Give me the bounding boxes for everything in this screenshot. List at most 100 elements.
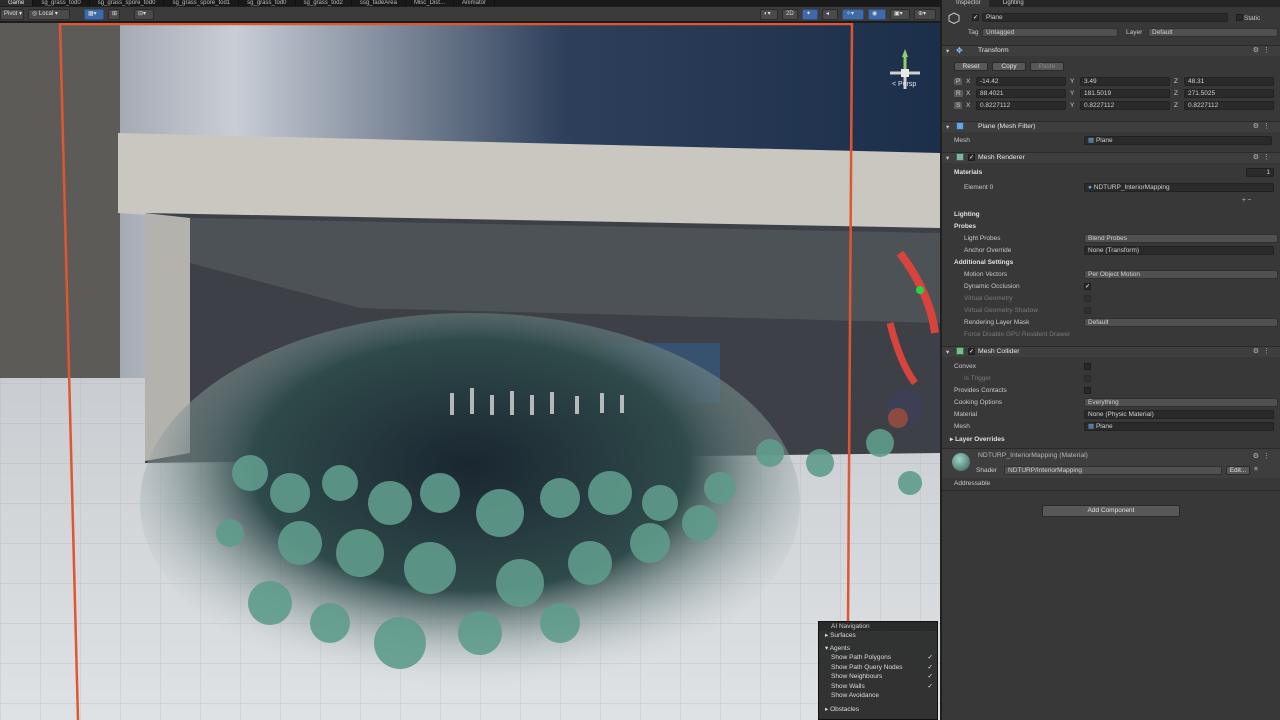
position-z-field[interactable]: 48.31 <box>1184 77 1274 86</box>
z-axis-label[interactable]: Z <box>1174 78 1178 85</box>
tab-7[interactable]: Misc_Dist... <box>406 0 454 6</box>
lighting-toggle-button[interactable]: ✦ <box>802 9 818 20</box>
rotation-label[interactable]: R <box>954 90 963 97</box>
y-axis-label[interactable]: Y <box>1070 90 1074 97</box>
ai-nav-option[interactable]: Show Neighbours ✓ <box>819 672 937 682</box>
checkmark-icon[interactable]: ✓ <box>928 663 933 673</box>
add-component-button[interactable]: Add Component <box>1042 505 1180 517</box>
foldout-arrow-icon[interactable]: ▾ <box>946 154 949 162</box>
tab-lighting[interactable]: Lighting <box>989 0 1032 7</box>
scale-label[interactable]: S <box>954 102 963 109</box>
agents-foldout[interactable]: ▾ Agents <box>819 644 937 653</box>
component-menu-icons[interactable]: ⚙⋮ <box>1253 46 1274 54</box>
shader-dropdown[interactable]: NDTURP/InteriorMapping <box>1004 466 1222 475</box>
tab-6[interactable]: ssg_fadeArea <box>352 0 406 6</box>
checkmark-icon[interactable]: ✓ <box>928 672 933 682</box>
virtual-geometry-shadow-checkbox[interactable] <box>1084 307 1091 314</box>
light-probes-dropdown[interactable]: Blend Probes <box>1084 234 1278 243</box>
foldout-arrow-icon[interactable]: ▾ <box>946 348 949 356</box>
scale-y-field[interactable]: 0.8227112 <box>1080 101 1170 110</box>
rotation-z-field[interactable]: 271.5025 <box>1184 89 1274 98</box>
dynamic-occlusion-checkbox[interactable]: ✓ <box>1084 283 1091 290</box>
x-axis-label[interactable]: X <box>966 102 970 109</box>
checkmark-icon[interactable]: ✓ <box>928 653 933 663</box>
grid-snap-button[interactable]: ▦▾ <box>84 9 104 20</box>
component-menu-icons[interactable]: ⚙⋮ <box>1253 452 1274 460</box>
z-axis-label[interactable]: Z <box>1174 102 1178 109</box>
y-axis-label[interactable]: Y <box>1070 102 1074 109</box>
mesh-field[interactable]: ▦ Plane <box>1084 136 1272 145</box>
scale-z-field[interactable]: 0.8227112 <box>1184 101 1274 110</box>
tab-8[interactable]: Animator <box>454 0 495 6</box>
ai-navigation-title[interactable]: AI Navigation <box>819 622 937 631</box>
tab-0[interactable]: Game <box>0 0 34 6</box>
scene-camera-button[interactable]: ▣▾ <box>890 9 910 20</box>
scene-viewport[interactable]: < Persp AI Navigation ▸ Surfaces ▾ Agent… <box>0 23 940 720</box>
is-trigger-checkbox[interactable] <box>1084 375 1091 382</box>
gizmos-button[interactable]: ⊕▾ <box>914 9 936 20</box>
mesh-renderer-enabled-checkbox[interactable]: ✓ <box>968 154 975 161</box>
grid-visibility-button[interactable]: ⊟▾ <box>134 9 154 20</box>
ai-nav-option[interactable]: Show Avoidance <box>819 691 937 701</box>
list-add-remove-icons[interactable]: + − <box>1242 197 1251 204</box>
tab-3[interactable]: sg_grass_spore_tod1 <box>164 0 240 6</box>
materials-label[interactable]: Materials <box>954 169 982 176</box>
effects-toggle-button[interactable]: ✧▾ <box>842 9 864 20</box>
snap-increment-button[interactable]: ⊞ <box>108 9 120 20</box>
component-menu-icons[interactable]: ⚙⋮ <box>1253 347 1274 355</box>
motion-vectors-dropdown[interactable]: Per Object Motion <box>1084 270 1278 279</box>
scale-x-field[interactable]: 0.8227112 <box>976 101 1066 110</box>
view-mode-label[interactable]: < Persp <box>892 81 916 88</box>
space-dropdown[interactable]: ◎ Local ▾ <box>28 9 70 20</box>
collider-material-field[interactable]: None (Physic Material) <box>1084 410 1274 419</box>
surfaces-foldout[interactable]: ▸ Surfaces <box>819 631 937 640</box>
y-axis-label[interactable]: Y <box>1070 78 1074 85</box>
active-checkbox[interactable]: ✓ <box>972 14 979 21</box>
rotation-x-field[interactable]: 88.4021 <box>976 89 1066 98</box>
mesh-collider-enabled-checkbox[interactable]: ✓ <box>968 348 975 355</box>
z-axis-label[interactable]: Z <box>1174 90 1178 97</box>
foldout-arrow-icon[interactable]: ▾ <box>946 47 949 55</box>
cooking-options-dropdown[interactable]: Everything <box>1084 398 1278 407</box>
checkmark-icon[interactable]: ✓ <box>928 682 933 692</box>
layer-dropdown[interactable]: Default <box>1148 28 1278 37</box>
rotation-y-field[interactable]: 181.5019 <box>1080 89 1170 98</box>
ai-nav-option[interactable]: Show Path Query Nodes ✓ <box>819 663 937 673</box>
draw-mode-button[interactable]: ◐▾ <box>760 9 778 20</box>
rendering-layer-mask-dropdown[interactable]: Default <box>1084 318 1278 327</box>
transform-copy-button[interactable]: Copy <box>992 62 1026 71</box>
pivot-dropdown[interactable]: Pivot ▾ <box>0 9 24 20</box>
transform-paste-button[interactable]: Paste <box>1030 62 1064 71</box>
lighting-foldout[interactable]: Lighting <box>954 211 980 218</box>
materials-count-field[interactable]: 1 <box>1246 168 1274 177</box>
shader-edit-button[interactable]: Edit... <box>1226 466 1250 475</box>
element-0-field[interactable]: ● NDTURP_InteriorMapping <box>1084 183 1274 192</box>
layer-overrides-foldout[interactable]: ▸ Layer Overrides <box>950 435 1005 443</box>
position-x-field[interactable]: -14.42 <box>976 77 1066 86</box>
virtual-geometry-checkbox[interactable] <box>1084 295 1091 302</box>
tab-inspector[interactable]: Inspector <box>942 0 989 7</box>
hidden-objects-button[interactable]: ◉ <box>868 9 886 20</box>
position-y-field[interactable]: 3.49 <box>1080 77 1170 86</box>
tab-4[interactable]: sg_grass_tod0 <box>239 0 296 6</box>
foldout-arrow-icon[interactable]: ▾ <box>946 123 949 131</box>
tab-2[interactable]: sg_grass_spore_tod0 <box>90 0 165 6</box>
component-menu-icons[interactable]: ⚙⋮ <box>1253 122 1274 130</box>
static-checkbox[interactable] <box>1236 14 1243 21</box>
position-label[interactable]: P <box>954 78 963 85</box>
obstacles-foldout[interactable]: ▸ Obstacles <box>819 705 937 714</box>
object-name-field[interactable]: Plane <box>982 13 1228 22</box>
additional-settings-foldout[interactable]: Additional Settings <box>954 259 1013 266</box>
probes-foldout[interactable]: Probes <box>954 223 976 230</box>
x-axis-label[interactable]: X <box>966 78 970 85</box>
ai-nav-option[interactable]: Show Walls ✓ <box>819 682 937 692</box>
ai-nav-option[interactable]: Show Path Polygons ✓ <box>819 653 937 663</box>
provides-contacts-checkbox[interactable] <box>1084 387 1091 394</box>
shader-menu-icon[interactable]: ≡ <box>1254 466 1258 473</box>
component-menu-icons[interactable]: ⚙⋮ <box>1253 153 1274 161</box>
audio-toggle-button[interactable]: ◂ <box>822 9 838 20</box>
convex-checkbox[interactable] <box>1084 363 1091 370</box>
collider-mesh-field[interactable]: ▦ Plane <box>1084 422 1274 431</box>
x-axis-label[interactable]: X <box>966 90 970 97</box>
tag-dropdown[interactable]: Untagged <box>982 28 1118 37</box>
